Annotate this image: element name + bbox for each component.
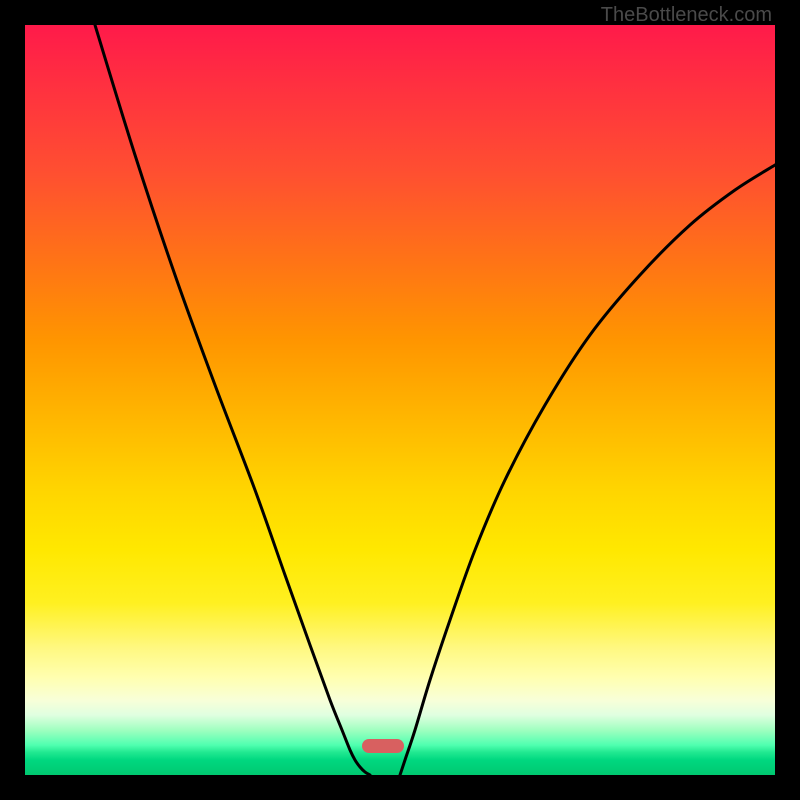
chart-background xyxy=(25,25,775,775)
chart-svg xyxy=(25,25,775,775)
right-curve xyxy=(400,165,775,775)
bottleneck-marker xyxy=(362,739,404,753)
watermark-text: TheBottleneck.com xyxy=(601,4,772,27)
left-curve xyxy=(95,25,370,775)
